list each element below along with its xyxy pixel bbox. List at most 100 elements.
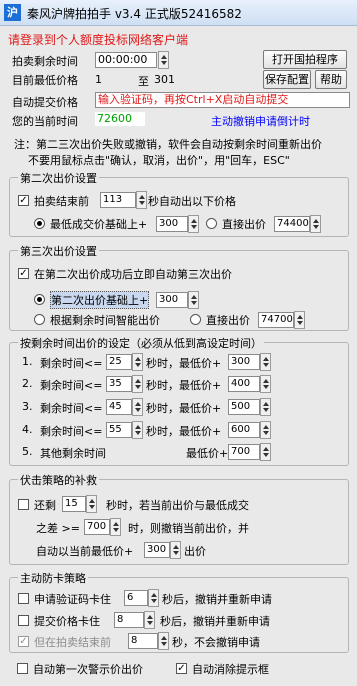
remaining-time-spinner[interactable] [158,51,169,69]
anti-stuck-captcha-checkbox[interactable] [18,593,29,604]
title-bar[interactable]: 沪 秦风沪牌拍拍手 v3.4 正式版52416582 [0,0,357,26]
rule-seconds-field[interactable]: 45 [106,399,132,415]
rule-other-mid: 最低价+ [186,447,229,460]
rule-other-add-field[interactable]: 700 [228,444,260,460]
rule-add-spinner[interactable] [260,353,271,371]
time-rules-title: 按剩余时间出价的设定（必须从低到高设定时间） [18,335,264,351]
ambush-rebid-field[interactable]: 300 [144,542,170,558]
second-bid-check-label: 拍卖结束前 [34,195,89,208]
anti-stuck-end-checkbox[interactable]: ✓ [18,636,29,647]
anti-stuck-row2-spinner[interactable] [144,611,155,629]
help-button[interactable]: 帮助 [315,70,347,89]
ambush-rebid-spinner[interactable] [170,541,181,559]
spin-up-icon [263,447,269,451]
spin-up-icon [161,55,167,59]
ambush-diff-field[interactable]: 700 [84,519,110,535]
rule-seconds-field[interactable]: 55 [106,422,132,438]
rule-seconds-spinner[interactable] [132,353,143,371]
min-price-from: 1 [95,73,102,86]
third-bid-checkbox[interactable]: ✓ [18,268,29,279]
cancel-countdown-link[interactable]: 主动撤销申请倒计时 [211,113,310,129]
auto-warn-bid-label: 自动第一次警示价出价 [33,663,143,676]
ambush-diff-spinner[interactable] [110,518,121,536]
rule-seconds-spinner[interactable] [132,421,143,439]
min-price-to: 301 [154,73,175,86]
app-icon: 沪 [4,4,21,21]
ambush-remain-field[interactable]: 15 [62,496,86,512]
anti-stuck-row3-spinner[interactable] [158,632,169,650]
third-bid-base-field[interactable]: 300 [156,292,188,308]
third-bid-direct-field[interactable]: 74700 [258,312,294,328]
spin-down-icon [139,201,145,205]
third-bid-smart-label: 根据剩余时间智能出价 [50,314,160,327]
main-window: 沪 秦风沪牌拍拍手 v3.4 正式版52416582 请登录到个人额度投标网络客… [0,0,357,686]
save-config-button[interactable]: 保存配置 [263,70,311,89]
second-bid-direct-field[interactable]: 74400 [274,216,310,232]
rule-seconds-field[interactable]: 25 [106,354,132,370]
rule-add-field[interactable]: 500 [228,399,260,415]
rule-other-add-spinner[interactable] [260,443,271,461]
spin-down-icon [263,385,269,389]
spin-down-icon [151,599,157,603]
third-bid-group: 第三次出价设置 ✓ 在第二次出价成功后立即自动第三次出价 第二次出价基础上+ 3… [9,243,349,331]
third-bid-direct-spinner[interactable] [294,311,305,329]
ambush-remain-spinner[interactable] [86,495,97,513]
rule-add-spinner[interactable] [260,421,271,439]
rule-seconds-spinner[interactable] [132,375,143,393]
anti-stuck-row1-label: 申请验证码卡住 [34,593,111,606]
second-bid-seconds-field[interactable]: 113 [100,192,136,208]
ambush-rebid-label: 自动以当前最低价+ [36,545,134,558]
captcha-hint-field[interactable]: 输入验证码，再按Ctrl+X启动自动提交 [95,92,350,108]
rule-mid-label: 秒时，最低价+ [146,379,222,392]
spin-down-icon [135,385,141,389]
auto-clear-dialog-checkbox[interactable]: ✓ [176,663,187,674]
anti-stuck-row1-spinner[interactable] [148,589,159,607]
spin-down-icon [161,61,167,65]
window-title: 秦风沪牌拍拍手 v3.4 正式版52416582 [27,7,242,21]
spin-up-icon [297,315,303,319]
third-bid-smart-radio[interactable] [34,314,45,325]
spin-down-icon [263,363,269,367]
spin-up-icon [161,636,167,640]
min-price-label: 目前最低价格 [12,74,78,87]
spin-down-icon [113,528,119,532]
anti-stuck-price-checkbox[interactable] [18,615,29,626]
ambush-checkbox[interactable] [18,499,29,510]
second-bid-min-spinner[interactable] [188,215,199,233]
anti-stuck-row2-suffix: 秒后，撤销并重新申请 [160,615,270,628]
spin-down-icon [173,551,179,555]
second-bid-direct-radio[interactable] [206,218,217,229]
remaining-time-field[interactable]: 00:00:00 [95,52,157,68]
rule-add-field[interactable]: 600 [228,422,260,438]
rule-add-field[interactable]: 400 [228,376,260,392]
second-bid-seconds-spinner[interactable] [136,191,147,209]
second-bid-min-field[interactable]: 300 [156,216,188,232]
third-bid-base-radio[interactable] [34,294,45,305]
rule-add-field[interactable]: 300 [228,354,260,370]
rule-add-spinner[interactable] [260,375,271,393]
rule-seconds-field[interactable]: 35 [106,376,132,392]
auto-submit-label: 自动提交价格 [12,96,78,109]
second-bid-title: 第二次出价设置 [18,170,99,186]
rule-mid-label: 秒时，最低价+ [146,357,222,370]
auto-warn-bid-checkbox[interactable] [17,663,28,674]
anti-stuck-row3-field[interactable]: 8 [128,633,158,649]
spin-down-icon [147,621,153,625]
open-program-button[interactable]: 打开国拍程序 [263,50,347,69]
spin-down-icon [89,505,95,509]
third-bid-check-label: 在第二次出价成功后立即自动第三次出价 [34,268,232,281]
auto-clear-dialog-label: 自动消除提示框 [192,663,269,676]
anti-stuck-row2-field[interactable]: 8 [114,612,144,628]
third-bid-direct-radio[interactable] [190,314,201,325]
second-bid-checkbox[interactable]: ✓ [18,195,29,206]
rule-seconds-spinner[interactable] [132,398,143,416]
second-bid-min-radio[interactable] [34,218,45,229]
third-bid-title: 第三次出价设置 [18,243,99,259]
anti-stuck-row1-field[interactable]: 6 [124,590,148,606]
second-bid-direct-spinner[interactable] [310,215,321,233]
rule-label: 剩余时间<= [40,379,103,392]
spin-up-icon [135,379,141,383]
rule-add-spinner[interactable] [260,398,271,416]
third-bid-base-spinner[interactable] [188,291,199,309]
rule-num: 2. [22,377,33,390]
